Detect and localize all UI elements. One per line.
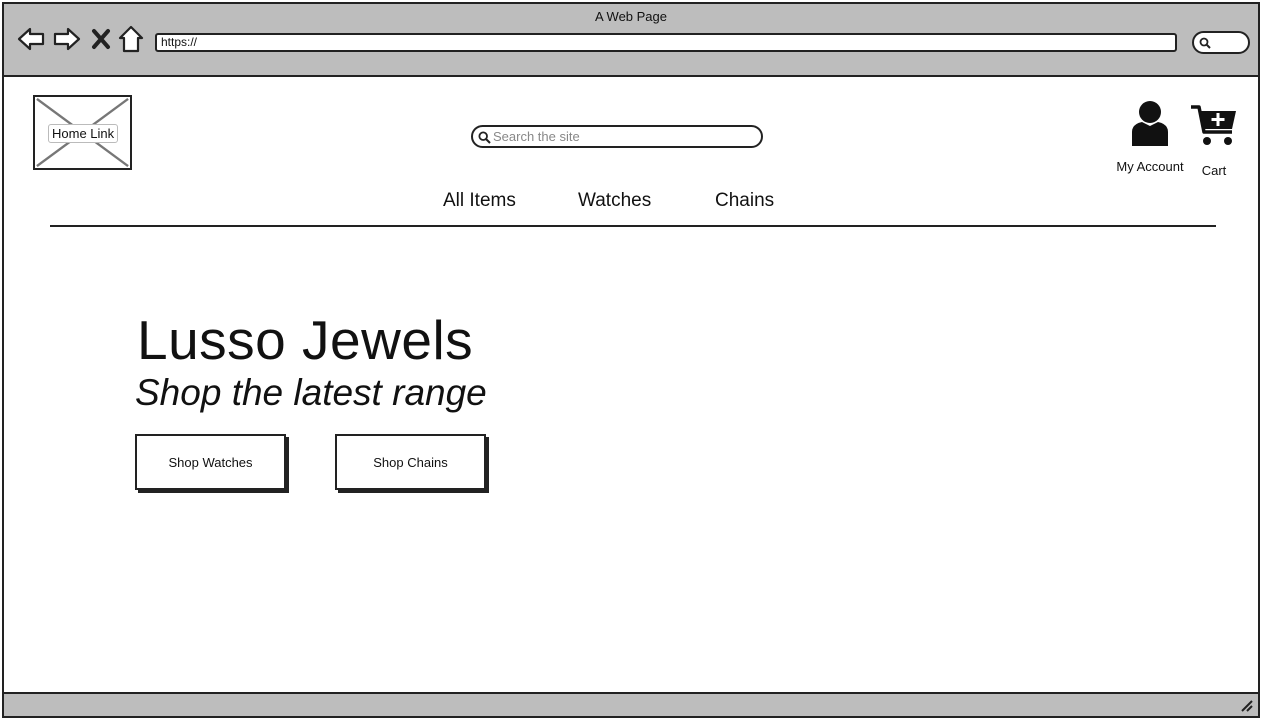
shop-watches-button[interactable]: Shop Watches [135, 434, 286, 490]
cart-link[interactable]: Cart [1188, 104, 1240, 178]
header-divider [50, 225, 1216, 227]
search-icon [478, 131, 491, 144]
resize-grip-icon[interactable] [1240, 699, 1254, 713]
home-link-logo[interactable]: Home Link [33, 95, 132, 170]
home-icon[interactable] [117, 24, 145, 54]
back-arrow-icon[interactable] [16, 24, 46, 54]
hero-subtitle: Shop the latest range [135, 372, 487, 413]
site-search-box[interactable] [471, 125, 763, 148]
my-account-link[interactable]: My Account [1110, 100, 1190, 174]
user-icon [1132, 101, 1168, 146]
status-bar [4, 692, 1258, 716]
search-icon [1199, 37, 1211, 49]
cart-icon [1191, 105, 1236, 145]
browser-window: A Web Page https:// Home Link Search the… [2, 2, 1260, 718]
site-search-input[interactable] [493, 128, 755, 145]
window-title: A Web Page [594, 9, 668, 24]
my-account-label: My Account [1116, 159, 1184, 174]
forward-arrow-icon[interactable] [52, 24, 82, 54]
nav-watches[interactable]: Watches [578, 190, 651, 212]
browser-search-field[interactable] [1192, 31, 1250, 54]
nav-chains[interactable]: Chains [715, 190, 774, 212]
close-icon[interactable] [90, 24, 112, 54]
nav-all-items[interactable]: All Items [443, 190, 516, 212]
shop-chains-button[interactable]: Shop Chains [335, 434, 486, 490]
home-link-label: Home Link [48, 124, 119, 143]
url-bar[interactable]: https:// [155, 33, 1177, 52]
hero-title: Lusso Jewels [137, 309, 474, 371]
cart-label: Cart [1201, 163, 1227, 178]
main-nav: All Items Watches Chains [4, 190, 1258, 216]
browser-chrome: A Web Page https:// [4, 4, 1258, 77]
